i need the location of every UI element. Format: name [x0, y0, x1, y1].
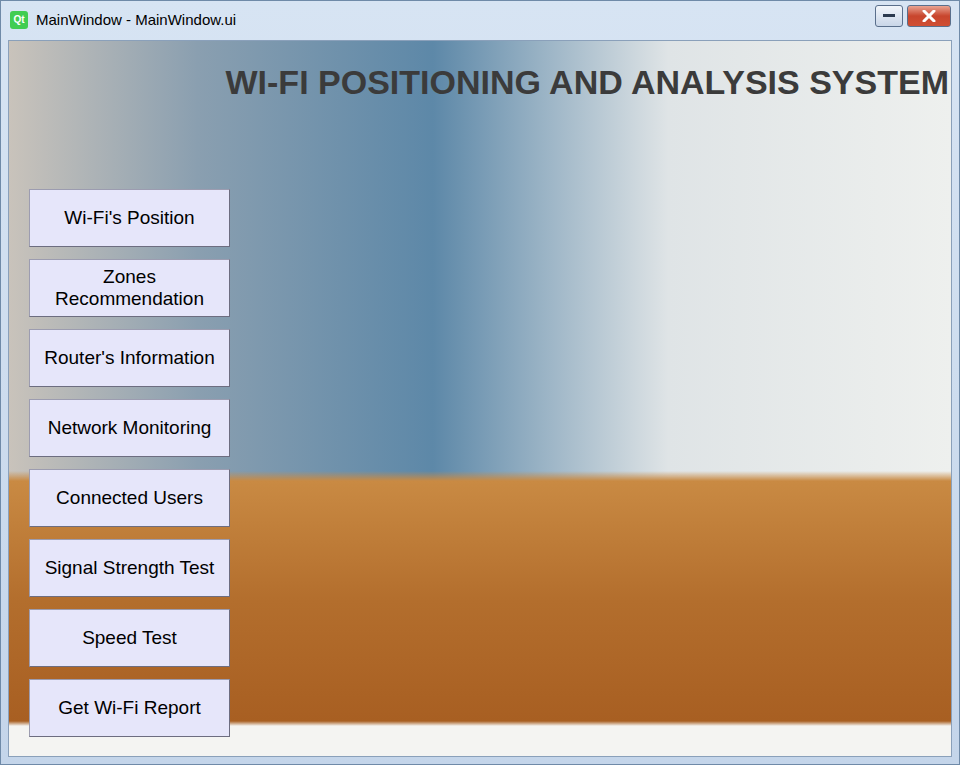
qt-logo-icon: Qt	[10, 11, 28, 29]
feature-button[interactable]: Zones Recommendation	[29, 259, 230, 317]
feature-button[interactable]: Get Wi-Fi Report	[29, 679, 230, 737]
window-controls	[875, 1, 951, 27]
minimize-icon	[883, 14, 895, 18]
feature-menu: Wi-Fi's Position Zones Recommendation Rout…	[29, 189, 230, 737]
window-title: MainWindow - MainWindow.ui	[36, 9, 867, 32]
feature-button[interactable]: Wi-Fi's Position	[29, 189, 230, 247]
feature-button[interactable]: Signal Strength Test	[29, 539, 230, 597]
title-bar: Qt MainWindow - MainWindow.ui	[1, 1, 959, 40]
app-heading: WI-FI POSITIONING AND ANALYSIS SYSTEM	[9, 61, 951, 103]
feature-button[interactable]: Speed Test	[29, 609, 230, 667]
close-button[interactable]	[907, 5, 951, 27]
main-window: Qt MainWindow - MainWindow.ui WI-FI POSITI…	[0, 0, 960, 765]
feature-button[interactable]: Router's Information	[29, 329, 230, 387]
central-widget: WI-FI POSITIONING AND ANALYSIS SYSTEM Wi-…	[8, 40, 952, 757]
minimize-button[interactable]	[875, 5, 903, 27]
feature-button[interactable]: Network Monitoring	[29, 399, 230, 457]
close-icon	[922, 10, 936, 22]
feature-button[interactable]: Connected Users	[29, 469, 230, 527]
